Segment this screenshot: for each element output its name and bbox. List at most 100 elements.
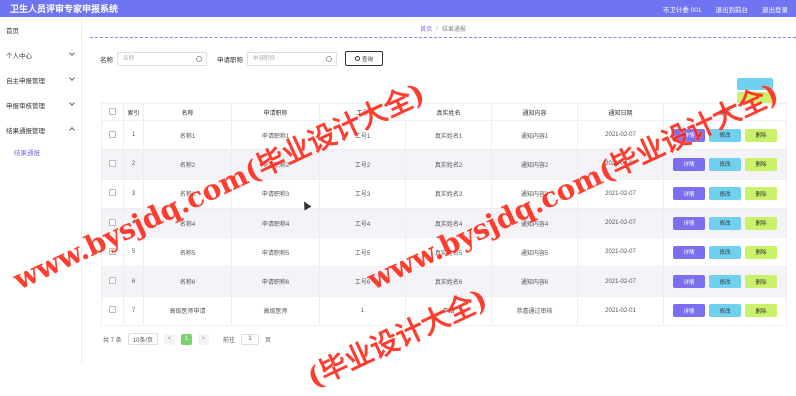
detail-button[interactable]: 详情	[673, 245, 705, 259]
edit-button-label: 修改	[719, 162, 731, 169]
table-row: 2 名称2 申请职称2 工号2 真实姓名2 通知内容2 2021-02-07 详情 修改 删除	[101, 149, 787, 180]
delete-button[interactable]: 删除	[745, 157, 777, 171]
result-table: 索引 名称 申请职称 工号 真实姓名 通知内容 通知日期 操作 1 名称1 申请职称…	[101, 103, 787, 327]
title-label: 申请职称	[217, 56, 243, 64]
cell-real-name: 李娟	[405, 295, 492, 327]
row-checkbox[interactable]	[109, 277, 116, 285]
breadcrumb-separator: /	[436, 25, 438, 32]
delete-button[interactable]: 删除	[745, 275, 777, 289]
detail-button-label: 详情	[683, 191, 695, 198]
header-notice: 通知内容	[491, 103, 578, 121]
title-input[interactable]: 申请职称	[247, 51, 337, 66]
edit-button[interactable]: 修改	[709, 187, 741, 201]
header-date: 通知日期	[577, 103, 664, 121]
cell-name: 名称6	[143, 266, 232, 297]
cell-notice: 通知内容5	[491, 237, 578, 268]
edit-button[interactable]: 修改	[709, 304, 741, 318]
cell-real-name: 真实姓名3	[405, 178, 492, 209]
detail-button[interactable]: 详情	[673, 216, 705, 230]
detail-button[interactable]: 详情	[673, 275, 705, 289]
cell-name: 高级医师申请	[143, 295, 232, 327]
header-real-name: 真实姓名	[405, 103, 492, 121]
pagination: 共 7 条 10条/页 < 1 > 前往 1 页	[103, 333, 271, 345]
header-actions: 操作	[663, 103, 787, 121]
edit-button[interactable]: 修改	[709, 216, 741, 230]
cell-index: 6	[123, 266, 144, 297]
exit-to-frontend-link[interactable]: 退出到前台	[716, 4, 749, 14]
table-row: 5 名称5 申请职称5 工号5 真实姓名5 通知内容5 2021-02-07 详情 修改 删除	[101, 237, 787, 268]
sidebar-item-results[interactable]: 结果通报管理	[0, 117, 81, 142]
detail-button[interactable]: 详情	[673, 187, 705, 201]
cell-no: 工号5	[319, 237, 406, 268]
row-checkbox[interactable]	[109, 218, 116, 226]
row-checkbox[interactable]	[109, 130, 116, 138]
cell-actions: 详情 修改 删除	[663, 207, 787, 239]
edit-button[interactable]: 修改	[709, 157, 741, 171]
delete-button[interactable]: 删除	[745, 187, 777, 201]
search-button[interactable]: 查询	[345, 51, 383, 66]
chevron-down-icon	[69, 50, 75, 56]
cell-date: 2021-02-07	[577, 266, 664, 297]
edit-button-label: 修改	[719, 191, 731, 198]
select-all-checkbox[interactable]	[109, 107, 116, 115]
table-row: 3 名称3 申请职称3 工号3 真实姓名3 通知内容3 2021-02-07 详情 修改 删除	[101, 178, 787, 209]
search-button-label: 查询	[361, 56, 373, 63]
delete-button-label: 删除	[755, 133, 767, 140]
detail-button-label: 详情	[683, 162, 695, 169]
cell-date: 2021-02-07	[577, 178, 664, 209]
delete-button[interactable]: 删除	[745, 216, 777, 230]
cell-title: 申请职称2	[231, 149, 320, 180]
sidebar-item-self-apply[interactable]: 自主申报管理	[0, 67, 81, 92]
delete-button[interactable]: 删除	[745, 304, 777, 318]
title-placeholder: 申请职称	[253, 55, 276, 62]
cell-name: 名称3	[143, 178, 232, 209]
sidebar-item-profile[interactable]: 个人中心	[0, 42, 81, 67]
breadcrumb-home[interactable]: 首页	[420, 24, 432, 33]
detail-button-label: 详情	[683, 133, 695, 140]
cell-select	[101, 207, 124, 239]
breadcrumb: 首页 / 结果通报	[90, 20, 796, 38]
sidebar-item-review[interactable]: 申报审核管理	[0, 92, 81, 117]
sidebar-item-home[interactable]: 首页	[0, 17, 81, 42]
detail-button[interactable]: 详情	[673, 128, 705, 142]
goto-page-input[interactable]: 1	[241, 333, 260, 345]
next-page-button[interactable]: >	[198, 333, 210, 345]
cell-real-name: 真实姓名4	[405, 207, 492, 239]
cell-no: 工号4	[319, 207, 406, 239]
detail-button[interactable]: 详情	[673, 304, 705, 318]
detail-button[interactable]: 详情	[673, 157, 705, 171]
delete-button-label: 删除	[755, 279, 767, 286]
edit-button-label: 修改	[719, 279, 731, 286]
logout-link[interactable]: 退出登录	[762, 4, 788, 14]
name-input[interactable]: 名称	[117, 51, 207, 66]
delete-button[interactable]: 删除	[745, 245, 777, 259]
row-checkbox[interactable]	[109, 247, 116, 255]
sidebar-subitem-result-notice[interactable]: 结果通报	[0, 142, 81, 162]
edit-button[interactable]: 修改	[709, 275, 741, 289]
delete-button-label: 删除	[755, 191, 767, 198]
prev-page-button[interactable]: <	[164, 333, 176, 345]
app-title: 卫生人员评审专家申报系统	[10, 4, 119, 14]
page-number-current[interactable]: 1	[181, 333, 193, 345]
table-row: 6 名称6 申请职称6 工号6 真实姓名6 通知内容6 2021-02-07 详情 修改 删除	[101, 266, 787, 297]
edit-button[interactable]: 修改	[709, 245, 741, 259]
cell-select	[101, 295, 124, 327]
cell-no: 工号2	[319, 149, 406, 180]
delete-button-label: 删除	[755, 250, 767, 257]
add-button[interactable]	[737, 78, 773, 90]
cell-title: 申请职称4	[231, 207, 320, 239]
top-bar: 卫生人员评审专家申报系统 市卫计委 001 退出到前台 退出登录	[0, 0, 796, 17]
name-placeholder: 名称	[123, 55, 135, 62]
edit-button[interactable]: 修改	[709, 128, 741, 142]
delete-button[interactable]: 删除	[745, 128, 777, 142]
edit-button-label: 修改	[719, 133, 731, 140]
row-checkbox[interactable]	[109, 159, 116, 167]
cell-no: 工号1	[319, 119, 406, 151]
sidebar-item-label: 首页	[6, 27, 19, 35]
header-select[interactable]	[101, 103, 124, 121]
row-checkbox[interactable]	[109, 189, 116, 197]
cell-index: 4	[123, 207, 144, 239]
cell-select	[101, 266, 124, 297]
page-size-select[interactable]: 10条/页	[127, 333, 159, 345]
row-checkbox[interactable]	[109, 306, 116, 314]
